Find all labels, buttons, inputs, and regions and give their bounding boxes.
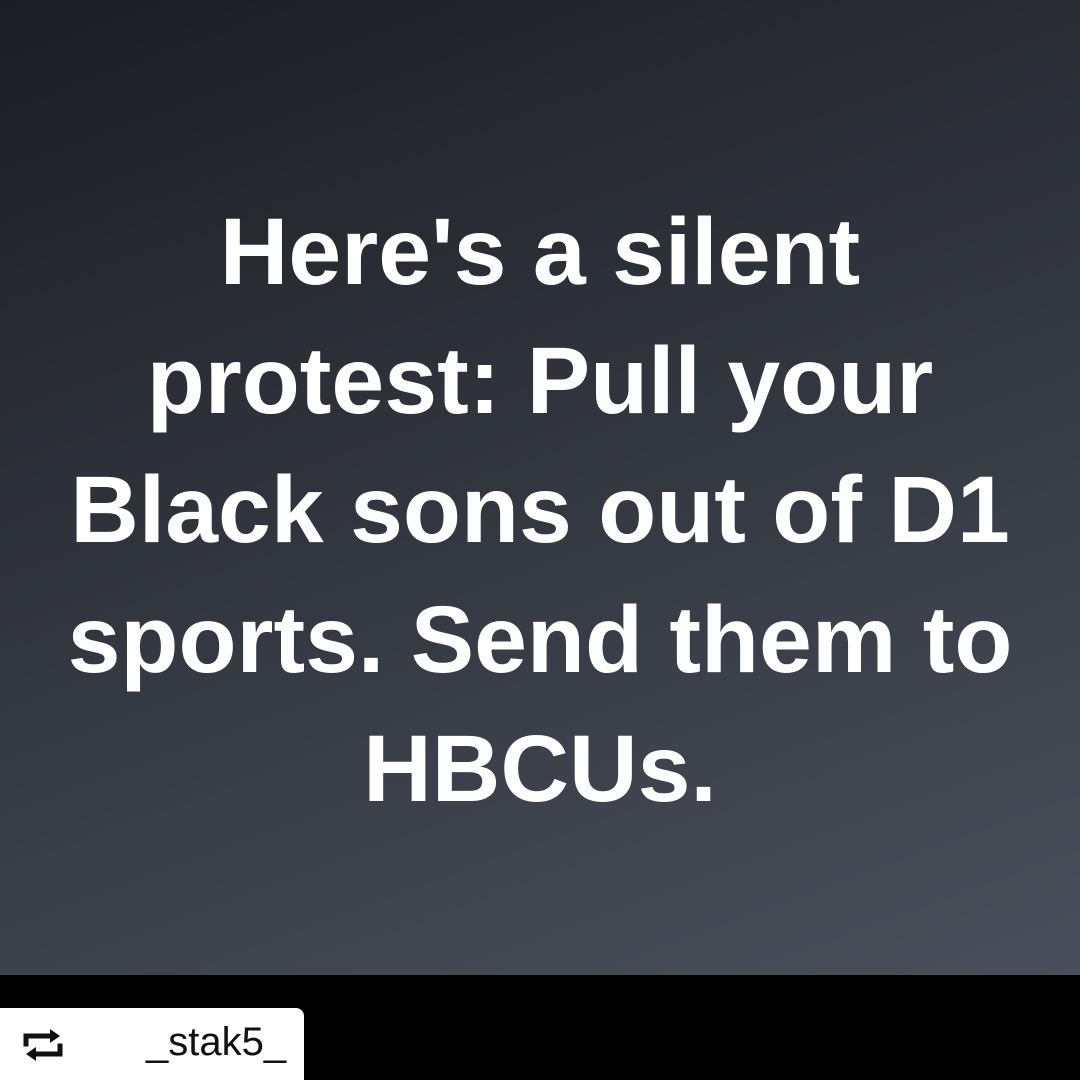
meme-line-4: sports. Send them to: [67, 586, 1013, 693]
meme-panel: Here's a silent protest: Pull your Black…: [0, 0, 1080, 975]
meme-line-1: Here's a silent: [219, 199, 861, 305]
meme-line-2: protest: Pull your: [146, 328, 934, 435]
meme-line-3: Black sons out of D1: [70, 457, 1010, 564]
meme-text: Here's a silent protest: Pull your Black…: [0, 188, 1080, 834]
repost-username[interactable]: _stak5_: [146, 1020, 286, 1065]
repost-icon: [23, 1029, 63, 1061]
meme-line-5: HBCUs.: [363, 715, 717, 822]
post-image: Here's a silent protest: Pull your Black…: [0, 0, 1080, 1080]
repost-badge[interactable]: _stak5_: [0, 1008, 304, 1080]
